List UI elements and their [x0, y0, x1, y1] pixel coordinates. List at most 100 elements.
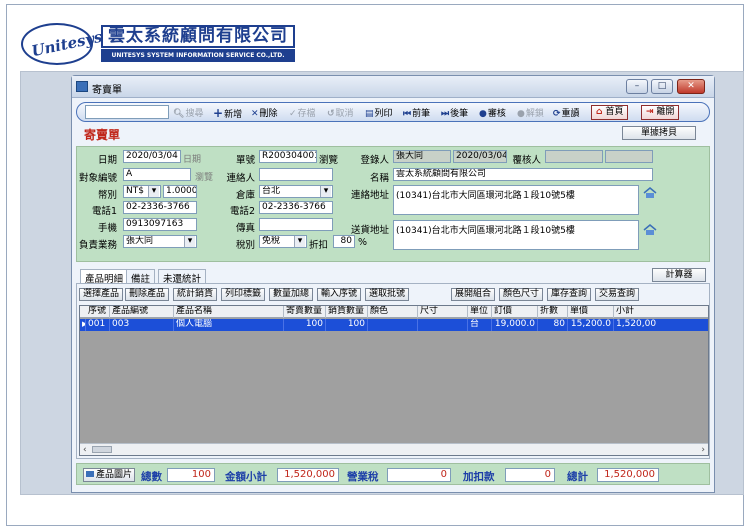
contact-label: 連絡人	[226, 173, 255, 184]
warehouse-select[interactable]: 台北	[259, 185, 333, 198]
delete-product-button[interactable]: 刪除產品	[125, 288, 170, 301]
consignment-window: 寄賣單 – □ ✕ 🔍︎搜尋 +新增 ✕刪除 ✓存檔 ↺取消 ▤列印 ⏮前筆 ⏭…	[71, 75, 715, 493]
grand-total-label: 總計	[567, 471, 588, 483]
totals-bar: 產品圖片 總數 100 金額小計 1,520,000 營業稅 0 加扣款 0 總…	[76, 463, 710, 485]
image-icon	[85, 471, 94, 477]
prev-icon: ⏮	[403, 109, 412, 119]
discount-label: 折扣	[309, 240, 329, 251]
mobile-field[interactable]: 0913097163	[123, 218, 197, 231]
company-logo: Unitesys	[21, 23, 104, 65]
reviewer-date-field	[605, 150, 653, 163]
unlock-button[interactable]: ●解鎖	[517, 106, 544, 119]
col-product-code: 產品編號	[110, 306, 174, 318]
phone1-field[interactable]: 02-2336-3766	[123, 201, 197, 214]
printer-icon: ▤	[365, 109, 374, 119]
target-browse-link[interactable]: 瀏覽	[195, 170, 213, 183]
select-batch-button[interactable]: 選取批號	[365, 288, 410, 301]
review-button[interactable]: ●審核	[479, 106, 506, 119]
print-labels-button[interactable]: 列印標籤	[221, 288, 266, 301]
color-size-button[interactable]: 顏色尺寸	[499, 288, 544, 301]
expand-combo-button[interactable]: 展開組合	[451, 288, 496, 301]
refresh-icon: ⟳	[553, 109, 561, 119]
subtotal-label: 金額小計	[225, 471, 267, 483]
cancel-button[interactable]: ↺取消	[327, 106, 354, 119]
registrant-label: 登錄人	[360, 155, 389, 166]
save-button[interactable]: ✓存檔	[289, 106, 316, 119]
select-product-button[interactable]: 選擇產品	[79, 288, 124, 301]
page-frame: Unitesys 雲太系統顧問有限公司 UNITESYS SYSTEM INFO…	[6, 4, 744, 526]
tax-type-select[interactable]: 免稅	[259, 235, 307, 248]
col-size: 尺寸	[418, 306, 468, 318]
sum-quantity-button[interactable]: 數量加總	[269, 288, 314, 301]
company-name-zh: 雲太系統顧問有限公司	[101, 25, 295, 48]
home-button[interactable]: ⌂ 首頁	[591, 105, 629, 120]
col-color: 顏色	[368, 306, 418, 318]
lock-icon: ●	[479, 109, 487, 119]
calculator-button[interactable]: 計算器	[652, 268, 706, 282]
close-button[interactable]: ✕	[677, 79, 705, 94]
col-unit-price: 單價	[568, 306, 614, 318]
search-button[interactable]: 🔍︎搜尋	[173, 106, 203, 119]
search-icon: 🔍︎	[173, 109, 185, 119]
contact-field[interactable]	[259, 168, 333, 181]
col-product-name: 產品名稱	[174, 306, 284, 318]
col-consign-qty: 寄賣數量	[284, 306, 326, 318]
table-row[interactable]: ▶ 001 003 個人電腦 100 100 台 19,000.0 80 15,…	[80, 319, 708, 331]
exchange-rate-field[interactable]: 1.0000	[163, 185, 197, 198]
target-code-field[interactable]: A	[123, 168, 191, 181]
copy-document-button[interactable]: 單據拷貝	[622, 126, 696, 140]
tab-product-detail[interactable]: 產品明細	[80, 269, 129, 285]
stats-sales-button[interactable]: 統計銷貨	[173, 288, 218, 301]
next-icon: ⏭	[441, 109, 450, 119]
product-image-button[interactable]: 產品圖片	[83, 468, 135, 482]
stock-query-button[interactable]: 庫存查詢	[547, 288, 592, 301]
grid-header: 序號 產品編號 產品名稱 寄賣數量 銷貨數量 顏色 尺寸 單位 訂價 折數 單價…	[80, 306, 708, 318]
window-titlebar: 寄賣單 – □ ✕	[72, 76, 714, 98]
date-field[interactable]: 2020/03/04	[123, 150, 181, 163]
percent-sign: %	[358, 237, 368, 248]
prev-record-button[interactable]: ⏮前筆	[403, 106, 430, 119]
registrant-field: 張大同	[393, 150, 451, 163]
tab-unreturned-stats[interactable]: 未還統計	[158, 269, 207, 285]
phone2-label: 電話2	[229, 206, 255, 217]
header-fields-panel: 日期 2020/03/04 日期 單號 R200304001 瀏覽 登錄人 張大…	[76, 146, 710, 262]
sales-rep-select[interactable]: 張大同	[123, 235, 197, 248]
phone2-field[interactable]: 02-2336-3766	[259, 201, 333, 214]
address-field[interactable]: (10341)台北市大同區環河北路１段10號5樓	[393, 185, 639, 215]
name-field[interactable]: 雲太系統顧問有限公司	[393, 168, 653, 181]
minimize-button[interactable]: –	[626, 79, 648, 94]
discount-field[interactable]: 80	[333, 235, 355, 248]
order-no-label: 單號	[235, 155, 255, 166]
sales-tax-value: 0	[387, 468, 451, 482]
adjustment-label: 加扣款	[463, 471, 495, 483]
enter-serial-button[interactable]: 輸入序號	[317, 288, 362, 301]
plus-icon: +	[213, 106, 224, 120]
date-picker-link[interactable]: 日期	[183, 152, 201, 165]
print-button[interactable]: ▤列印	[365, 106, 393, 119]
trade-query-button[interactable]: 交易查詢	[595, 288, 640, 301]
adjustment-value: 0	[505, 468, 555, 482]
tab-notes[interactable]: 備註	[126, 269, 156, 285]
fax-field[interactable]	[259, 218, 333, 231]
delete-button[interactable]: ✕刪除	[251, 106, 278, 119]
scroll-thumb[interactable]	[92, 446, 112, 453]
scroll-right-icon[interactable]: ›	[701, 444, 705, 456]
company-name-en: UNITESYS SYSTEM INFORMATION SERVICE CO.,…	[101, 49, 295, 62]
search-input[interactable]	[85, 105, 169, 119]
window-app-icon	[76, 81, 88, 92]
scroll-left-icon[interactable]: ‹	[83, 444, 87, 456]
house-icon[interactable]	[643, 187, 657, 199]
exit-button[interactable]: ⇥ 離開	[641, 105, 680, 120]
add-button[interactable]: +新增	[213, 106, 242, 120]
next-record-button[interactable]: ⏭後筆	[441, 106, 468, 119]
order-no-field[interactable]: R200304001	[259, 150, 317, 163]
total-qty-value: 100	[167, 468, 215, 482]
company-brand: Unitesys 雲太系統顧問有限公司 UNITESYS SYSTEM INFO…	[21, 23, 295, 65]
currency-select[interactable]: NT$	[123, 185, 161, 198]
reload-button[interactable]: ⟳重讀	[553, 106, 580, 119]
house-icon[interactable]	[643, 224, 657, 236]
maximize-button[interactable]: □	[651, 79, 673, 94]
ship-address-field[interactable]: (10341)台北市大同區環河北路１段10號5樓	[393, 220, 639, 250]
order-browse-link[interactable]: 瀏覽	[319, 152, 338, 166]
grid-horizontal-scrollbar[interactable]: ‹ ›	[80, 443, 708, 455]
